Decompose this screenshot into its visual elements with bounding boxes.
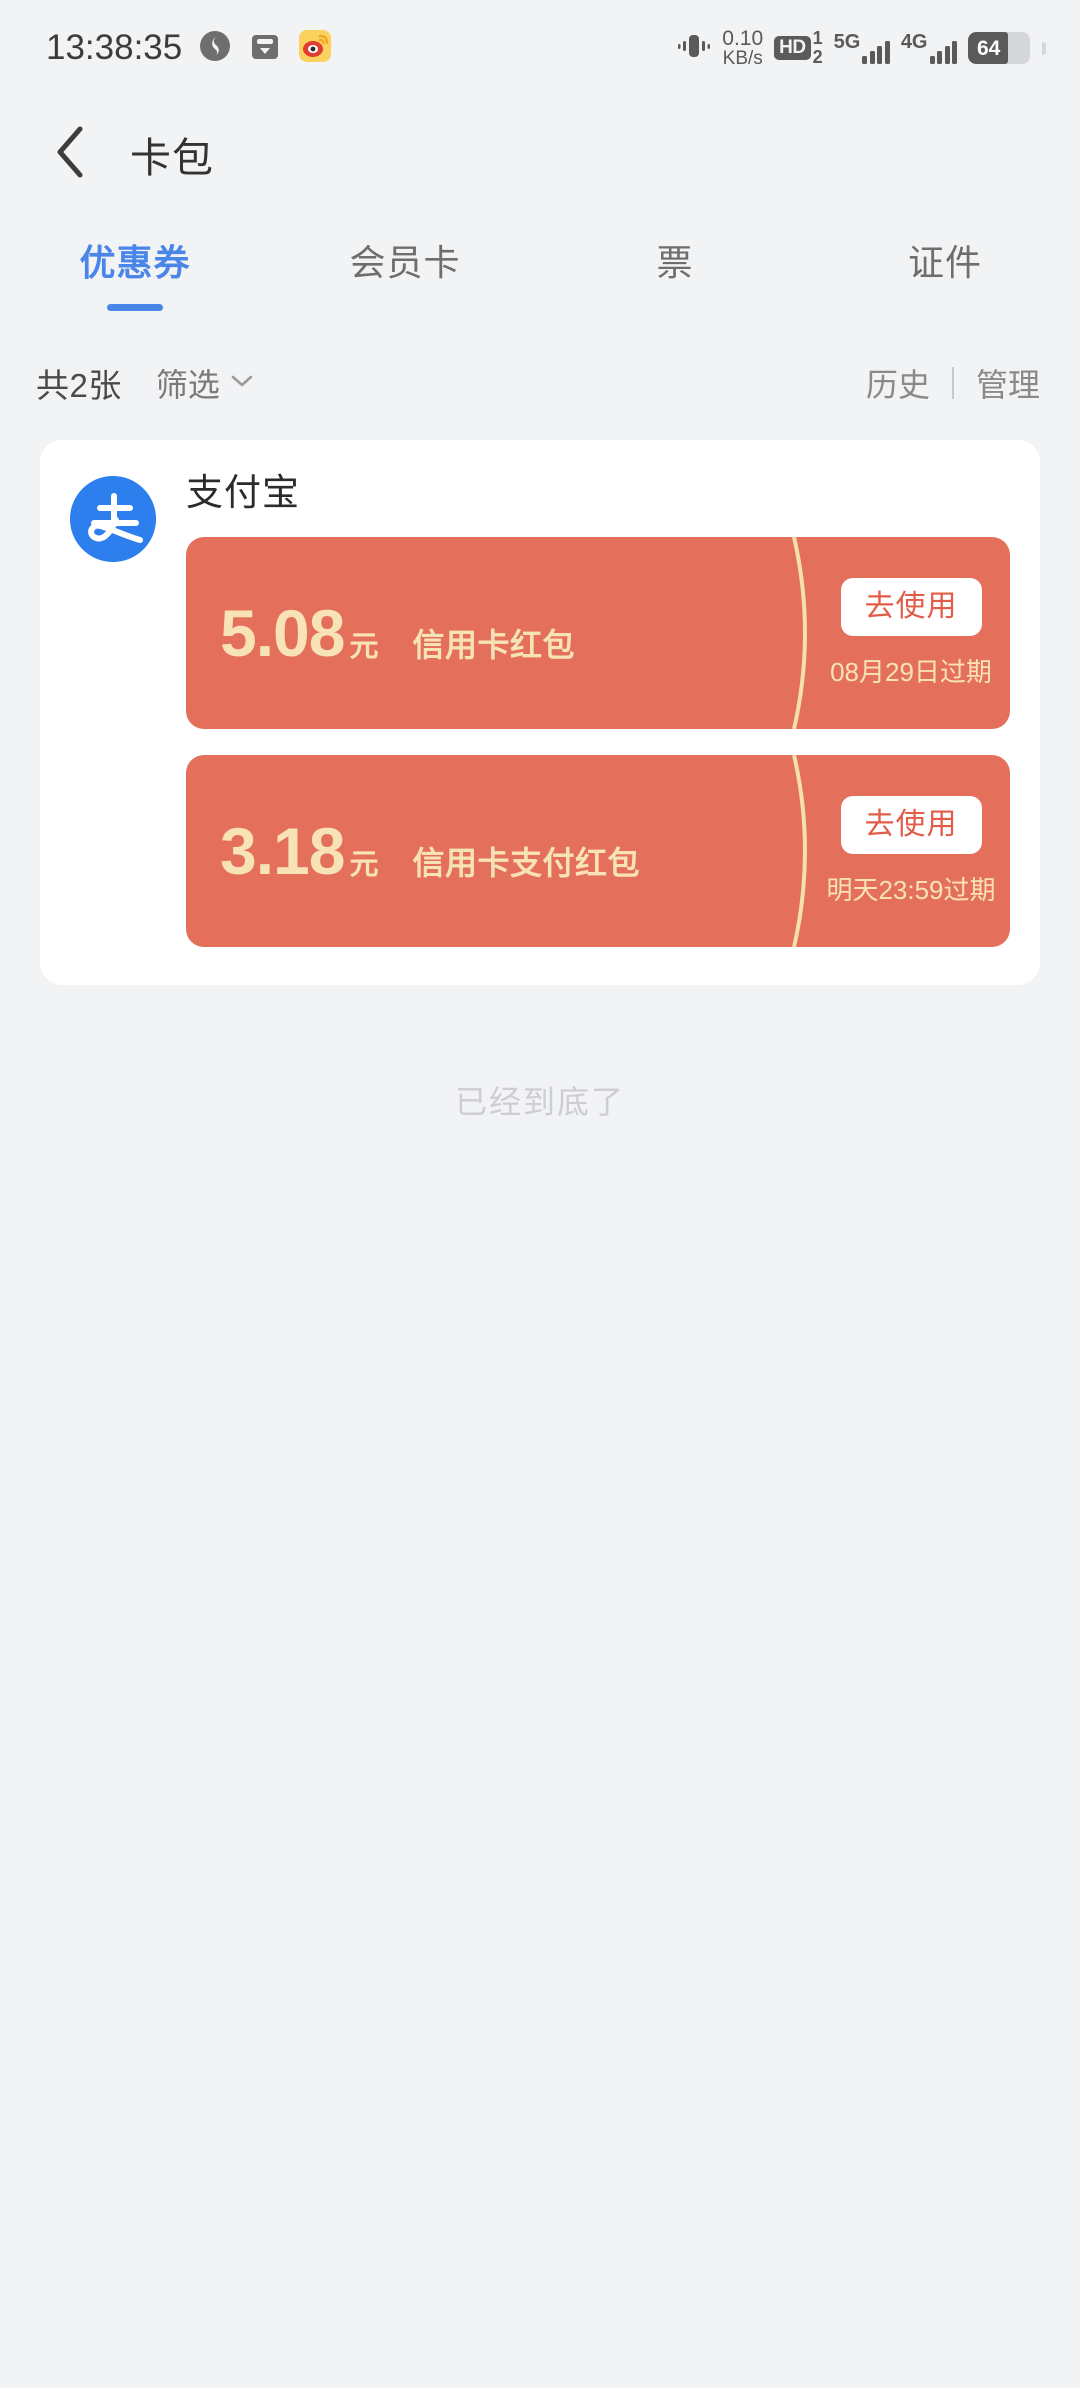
battery-tip [1042, 41, 1046, 55]
tab-membership-cards-underline [377, 304, 433, 311]
weibo-app-icon [298, 29, 332, 68]
tab-coupons-label: 优惠券 [79, 242, 191, 283]
coupon-currency-unit: 元 [349, 849, 379, 881]
coupon-amount: 3.18 [220, 814, 345, 888]
status-bar: 13:38:35 0.10 KB/s HD 1 2 5G 4G 64 [0, 0, 1080, 96]
back-chevron-icon [51, 124, 91, 185]
signal-4g-label: 4G [900, 31, 928, 53]
merchant-name: 支付宝 [186, 472, 300, 513]
filter-button[interactable]: 筛选 [156, 360, 254, 406]
use-coupon-button[interactable]: 去使用 [840, 577, 982, 636]
coupon-name: 信用卡支付红包 [412, 845, 640, 881]
action-separator [951, 367, 954, 399]
navigation-bar: 卡包 [0, 96, 1080, 212]
sim2-label: 2 [812, 47, 823, 67]
coupon-action-area: 去使用 08月29日过期 [818, 577, 1010, 689]
coupon-item[interactable]: 3.18 元 信用卡支付红包 去使用 明天23:59过期 [186, 755, 1010, 947]
coupon-expiry: 08月29日过期 [830, 656, 992, 687]
tab-membership-cards[interactable]: 会员卡 [270, 234, 540, 311]
signal-5g-label: 5G [833, 31, 861, 53]
signal-4g: 4G [901, 32, 957, 64]
coupon-name: 信用卡红包 [412, 627, 575, 663]
history-button[interactable]: 历史 [866, 360, 930, 406]
alipay-logo-icon [70, 476, 156, 562]
coupon-info: 3.18 元 信用卡支付红包 [186, 818, 818, 884]
page-title: 卡包 [130, 135, 214, 181]
status-bar-right: 0.10 KB/s HD 1 2 5G 4G 64 [677, 26, 1046, 70]
tab-membership-cards-label: 会员卡 [349, 242, 461, 283]
download-box-icon [248, 29, 282, 68]
back-button[interactable] [38, 121, 104, 187]
tab-documents[interactable]: 证件 [810, 234, 1080, 311]
filter-bar: 共2张 筛选 历史 管理 [0, 340, 1080, 426]
swirl-app-icon [198, 29, 232, 68]
vibrate-icon [677, 31, 711, 66]
filter-bar-actions: 历史 管理 [866, 360, 1040, 406]
filter-button-label: 筛选 [155, 367, 220, 403]
status-bar-left: 13:38:35 [46, 28, 332, 68]
use-coupon-button[interactable]: 去使用 [840, 795, 982, 854]
tab-documents-underline [917, 304, 973, 311]
tab-documents-label: 证件 [907, 242, 982, 283]
coupon-currency-unit: 元 [349, 631, 379, 663]
tab-coupons-underline [107, 304, 163, 311]
tab-coupons[interactable]: 优惠券 [0, 234, 270, 311]
sim1-label: 1 [812, 28, 823, 49]
hd-voice-indicator: HD 1 2 [774, 29, 823, 67]
tab-tickets[interactable]: 票 [540, 234, 810, 311]
merchant-card: 支付宝 5.08 元 信用卡红包 去使用 08月29日过期 3.18 元 信用卡… [40, 440, 1040, 985]
signal-5g: 5G [834, 32, 890, 64]
network-speed-value: 0.10 [722, 26, 764, 50]
coupon-count: 共2张 [36, 367, 122, 404]
manage-button[interactable]: 管理 [976, 360, 1040, 406]
merchant-header: 支付宝 5.08 元 信用卡红包 去使用 08月29日过期 3.18 元 信用卡… [70, 468, 1010, 947]
signal-5g-bars [862, 40, 890, 64]
coupon-action-area: 去使用 明天23:59过期 [818, 795, 1010, 907]
tab-tickets-label: 票 [656, 242, 694, 283]
chevron-down-icon [230, 373, 254, 394]
network-speed-unit: KB/s [722, 48, 763, 70]
battery-icon: 64 [968, 32, 1030, 64]
battery-percent: 64 [977, 36, 1001, 60]
coupon-expiry: 明天23:59过期 [826, 874, 996, 905]
hd-badge: HD [774, 36, 811, 60]
coupon-item[interactable]: 5.08 元 信用卡红包 去使用 08月29日过期 [186, 537, 1010, 729]
network-speed: 0.10 KB/s [722, 26, 764, 70]
status-clock: 13:38:35 [46, 28, 183, 67]
tab-tickets-underline [647, 304, 703, 311]
end-of-list-text: 已经到底了 [454, 1084, 625, 1120]
coupon-info: 5.08 元 信用卡红包 [186, 600, 818, 666]
signal-4g-bars [929, 40, 957, 64]
coupon-amount: 5.08 [220, 596, 345, 670]
tab-bar: 优惠券 会员卡 票 证件 [0, 212, 1080, 340]
merchant-content: 支付宝 5.08 元 信用卡红包 去使用 08月29日过期 3.18 元 信用卡… [186, 468, 1010, 947]
sim-slot-numbers: 1 2 [813, 29, 823, 67]
